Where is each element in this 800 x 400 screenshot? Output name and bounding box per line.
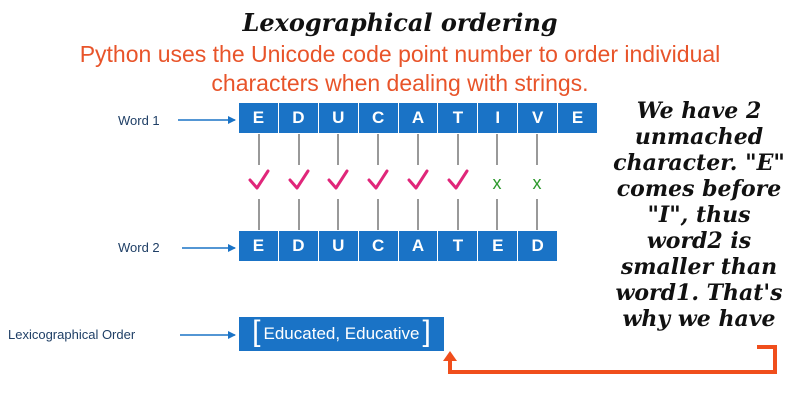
check-icon: [407, 169, 429, 190]
comparison-marks: x x: [248, 169, 542, 193]
check-icon: [288, 169, 310, 190]
check-icon: [248, 169, 270, 190]
check-icon: [327, 169, 349, 190]
x-mark: x: [493, 173, 502, 193]
note-connector-arrowhead: [443, 351, 457, 361]
x-mark: x: [533, 173, 542, 193]
check-icon: [447, 169, 469, 190]
explanation-note: We have 2 unmached character. "E" comes …: [613, 98, 785, 332]
check-icon: [367, 169, 389, 190]
note-connector-line: [448, 345, 777, 374]
